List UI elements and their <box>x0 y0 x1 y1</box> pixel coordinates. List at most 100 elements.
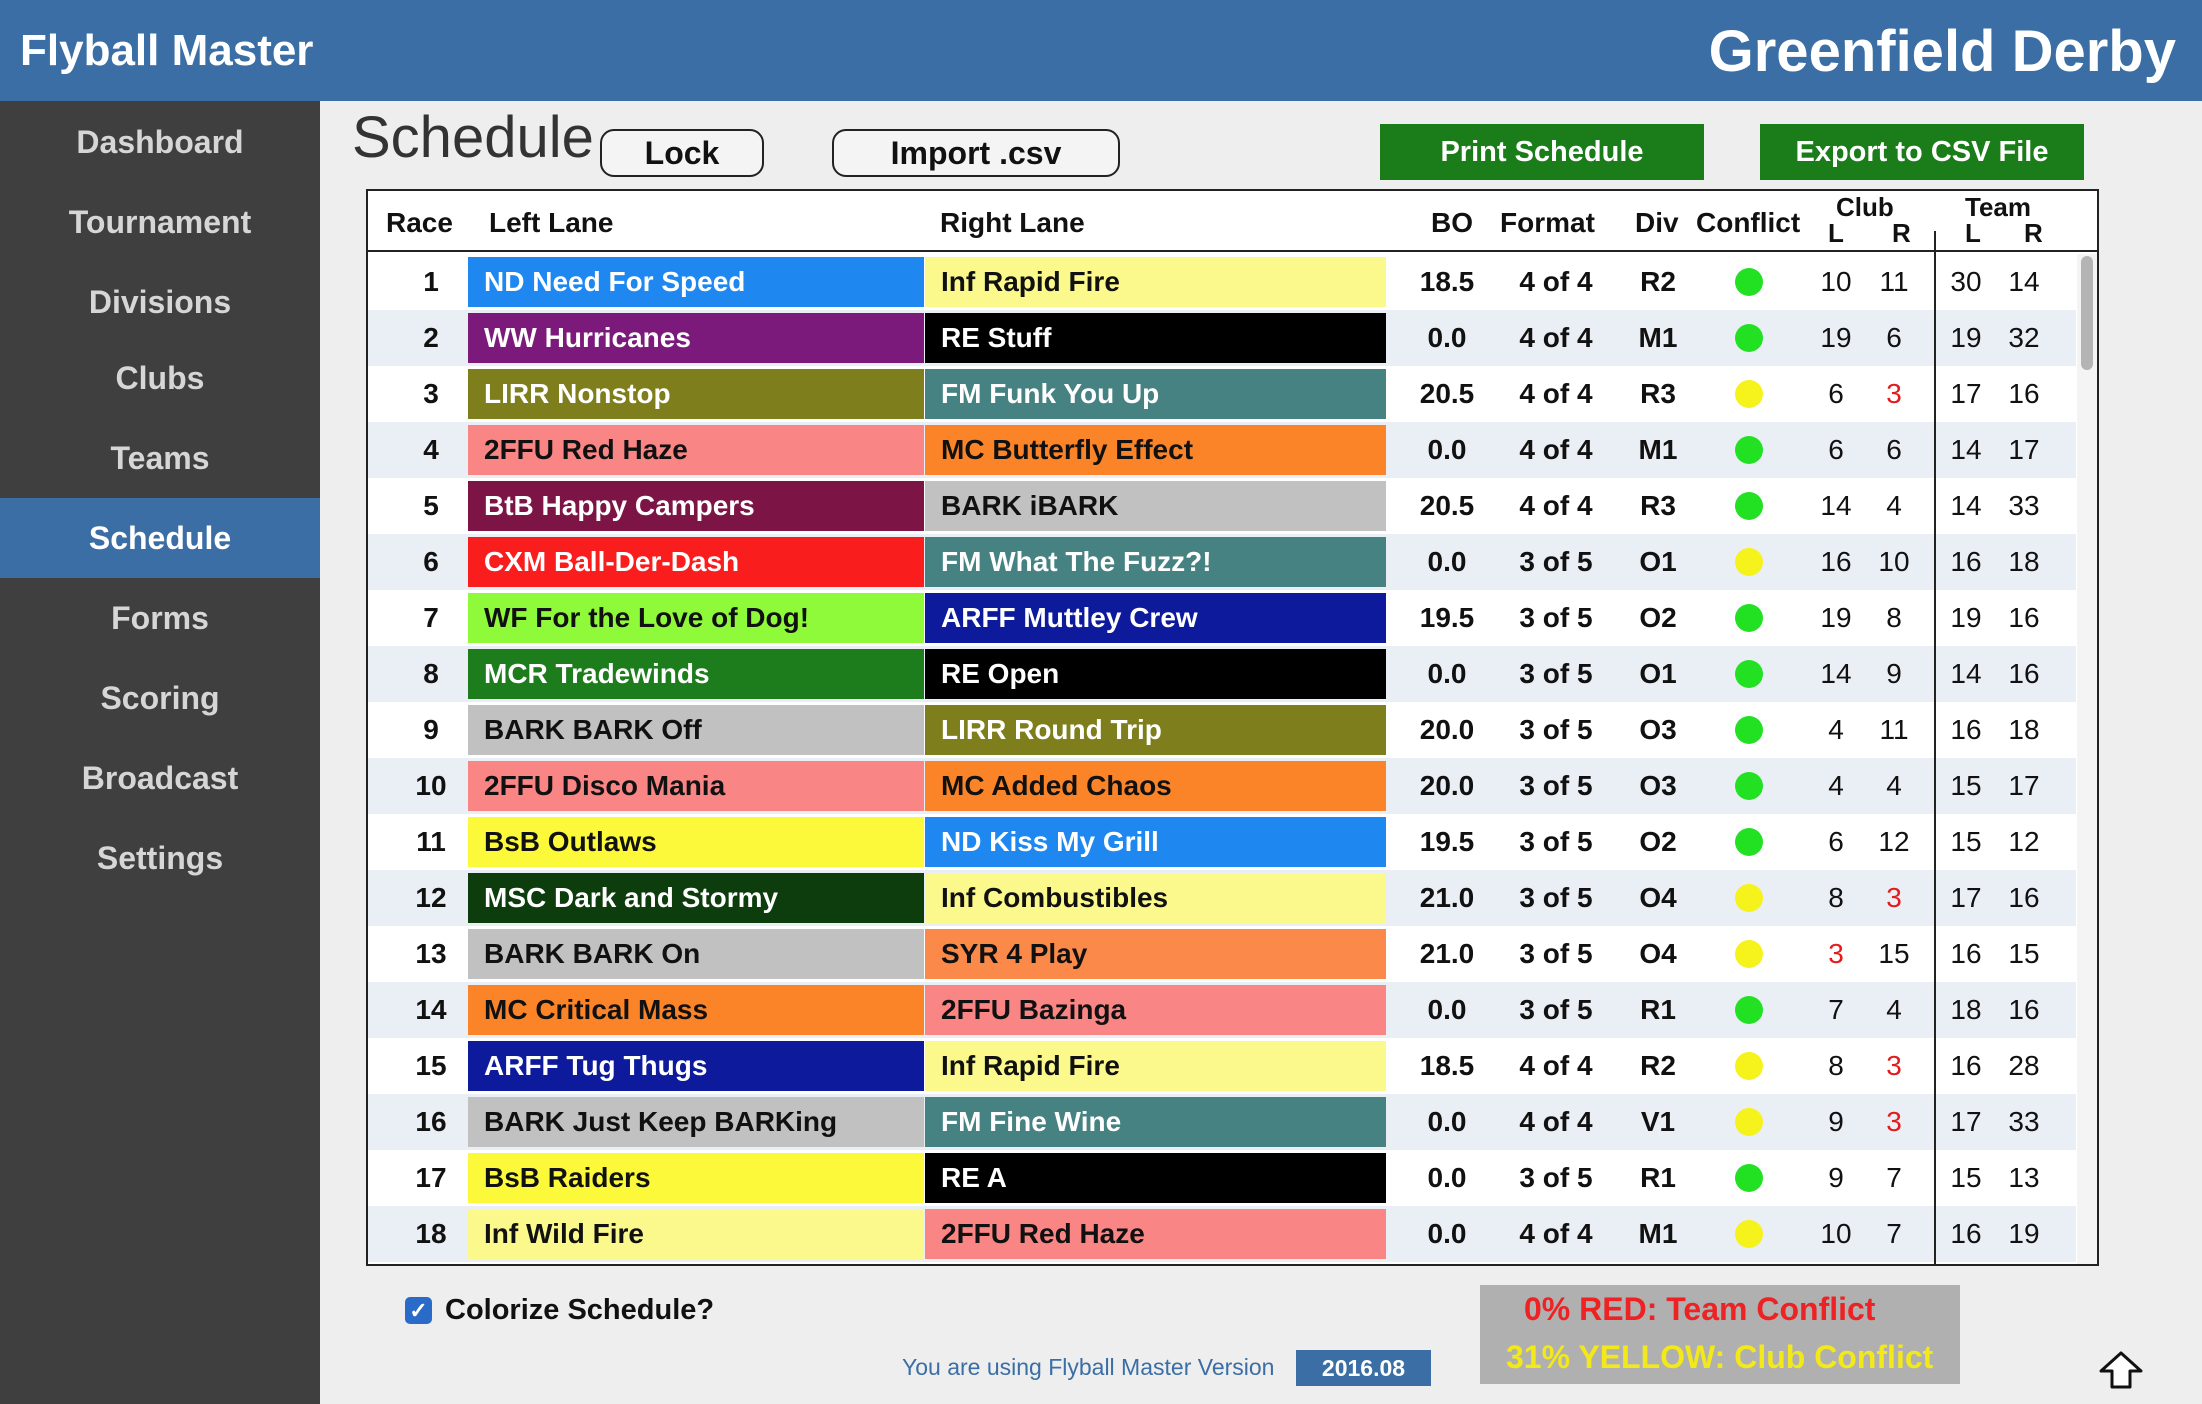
header-team-r: R <box>2024 218 2043 248</box>
bo-cell: 20.5 <box>1419 490 1475 521</box>
table-row[interactable]: 11 BsB Outlaws ND Kiss My Grill 19.5 3 of 5 O… <box>368 814 2076 870</box>
club-r-cell: 3 <box>1886 1106 1902 1137</box>
bo-cell: 0.0 <box>1427 994 1467 1025</box>
sidebar-item-scoring[interactable]: Scoring <box>0 658 320 738</box>
table-row[interactable]: 8 MCR Tradewinds RE Open 0.0 3 of 5 O1 14 9 14 16 <box>368 646 2076 702</box>
right-lane-team: SYR 4 Play <box>925 929 1386 979</box>
team-r-cell: 18 <box>2008 714 2040 745</box>
club-l-cell: 7 <box>1828 994 1844 1025</box>
table-row[interactable]: 16 BARK Just Keep BARKing FM Fine Wine 0.0 4… <box>368 1094 2076 1150</box>
version-badge: 2016.08 <box>1296 1350 1431 1386</box>
table-row[interactable]: 14 MC Critical Mass 2FFU Bazinga 0.0 3 of 5 R… <box>368 982 2076 1038</box>
header-format: Format <box>1500 207 1595 238</box>
table-row[interactable]: 9 BARK BARK Off LIRR Round Trip 20.0 3 of 5 O… <box>368 702 2076 758</box>
club-conflict-stat: 31% YELLOW: Club Conflict <box>1506 1339 1934 1375</box>
right-lane-team: BARK iBARK <box>925 481 1386 531</box>
left-lane-team: ARFF Tug Thugs <box>468 1041 924 1091</box>
left-lane-team: ND Need For Speed <box>468 257 924 307</box>
table-row[interactable]: 5 BtB Happy Campers BARK iBARK 20.5 4 of 4 R3… <box>368 478 2076 534</box>
schedule-table: Race Left Lane Right Lane BO Format Div … <box>366 189 2099 1266</box>
table-row[interactable]: 18 Inf Wild Fire 2FFU Red Haze 0.0 4 of 4 M1 1… <box>368 1206 2076 1262</box>
club-l-cell: 19 <box>1820 602 1852 633</box>
club-l-cell: 14 <box>1820 658 1852 689</box>
bo-cell: 21.0 <box>1419 882 1475 913</box>
club-l-cell: 8 <box>1828 882 1844 913</box>
club-l-cell: 10 <box>1820 1218 1852 1249</box>
race-number-cell: 13 <box>415 938 447 969</box>
app-header: Flyball Master Greenfield Derby <box>0 0 2202 101</box>
sidebar-item-schedule[interactable]: Schedule <box>0 498 320 578</box>
conflict-indicator <box>1735 436 1763 464</box>
team-r-cell: 18 <box>2008 546 2040 577</box>
right-lane-team: FM Funk You Up <box>925 369 1386 419</box>
left-lane-team: WF For the Love of Dog! <box>468 593 924 643</box>
team-l-cell: 17 <box>1950 1106 1982 1137</box>
right-lane-team: FM Fine Wine <box>925 1097 1386 1147</box>
conflict-stats: 0% RED: Team Conflict 31% YELLOW: Club C… <box>1480 1285 1960 1384</box>
division-cell: O4 <box>1639 938 1677 969</box>
team-l-cell: 19 <box>1950 322 1982 353</box>
team-l-cell: 18 <box>1950 994 1982 1025</box>
division-cell: O2 <box>1639 602 1677 633</box>
right-lane-team: RE Stuff <box>925 313 1386 363</box>
race-number-cell: 2 <box>423 322 439 353</box>
page-title: Schedule <box>352 105 594 170</box>
table-row[interactable]: 15 ARFF Tug Thugs Inf Rapid Fire 18.5 4 of 4… <box>368 1038 2076 1094</box>
colorize-label: Colorize Schedule? <box>445 1294 715 1326</box>
lock-button[interactable]: Lock <box>600 129 764 177</box>
table-row[interactable]: 7 WF For the Love of Dog! ARFF Muttley Cre… <box>368 590 2076 646</box>
up-arrow-icon[interactable] <box>2097 1350 2145 1390</box>
left-lane-team: BARK BARK On <box>468 929 924 979</box>
checkmark-icon[interactable]: ✓ <box>405 1297 432 1324</box>
team-l-cell: 30 <box>1950 266 1982 297</box>
left-lane-team: BtB Happy Campers <box>468 481 924 531</box>
club-r-cell: 3 <box>1886 882 1902 913</box>
table-row[interactable]: 13 BARK BARK On SYR 4 Play 21.0 3 of 5 O4 3 15 1… <box>368 926 2076 982</box>
bo-cell: 20.0 <box>1419 770 1475 801</box>
race-number-cell: 7 <box>423 602 439 633</box>
team-r-cell: 15 <box>2008 938 2040 969</box>
team-r-cell: 19 <box>2008 1218 2040 1249</box>
export-csv-button[interactable]: Export to CSV File <box>1760 124 2084 180</box>
race-number-cell: 9 <box>423 714 439 745</box>
import-csv-button[interactable]: Import .csv <box>832 129 1120 177</box>
sidebar-item-divisions[interactable]: Divisions <box>0 262 320 342</box>
table-row[interactable]: 4 2FFU Red Haze MC Butterfly Effect 0.0 4 of… <box>368 422 2076 478</box>
team-l-cell: 14 <box>1950 658 1982 689</box>
table-row[interactable]: 6 CXM Ball-Der-Dash FM What The Fuzz?! 0.0 3… <box>368 534 2076 590</box>
team-l-cell: 16 <box>1950 1218 1982 1249</box>
left-lane-team: 2FFU Disco Mania <box>468 761 924 811</box>
print-schedule-button[interactable]: Print Schedule <box>1380 124 1704 180</box>
table-row[interactable]: 12 MSC Dark and Stormy Inf Combustibles 21.… <box>368 870 2076 926</box>
conflict-indicator <box>1735 660 1763 688</box>
sidebar-item-teams[interactable]: Teams <box>0 418 320 498</box>
sidebar-item-forms[interactable]: Forms <box>0 578 320 658</box>
sidebar-item-dashboard[interactable]: Dashboard <box>0 102 320 182</box>
sidebar-item-clubs[interactable]: Clubs <box>0 338 320 418</box>
club-r-cell: 3 <box>1886 1050 1902 1081</box>
team-r-cell: 33 <box>2008 490 2040 521</box>
club-l-cell: 6 <box>1828 378 1844 409</box>
vertical-scrollbar[interactable] <box>2077 254 2097 1264</box>
table-row[interactable]: 1 ND Need For Speed Inf Rapid Fire 18.5 4 of… <box>368 254 2076 310</box>
sidebar-item-broadcast[interactable]: Broadcast <box>0 738 320 818</box>
left-lane-team: BARK BARK Off <box>468 705 924 755</box>
team-r-cell: 16 <box>2008 994 2040 1025</box>
club-l-cell: 8 <box>1828 1050 1844 1081</box>
table-row[interactable]: 10 2FFU Disco Mania MC Added Chaos 20.0 3 of… <box>368 758 2076 814</box>
right-lane-team: 2FFU Red Haze <box>925 1209 1386 1259</box>
table-row[interactable]: 3 LIRR Nonstop FM Funk You Up 20.5 4 of 4 R3 6… <box>368 366 2076 422</box>
sidebar-item-tournament[interactable]: Tournament <box>0 182 320 262</box>
bo-cell: 0.0 <box>1427 1106 1467 1137</box>
team-l-cell: 16 <box>1950 938 1982 969</box>
sidebar-item-settings[interactable]: Settings <box>0 818 320 898</box>
left-lane-team: BsB Outlaws <box>468 817 924 867</box>
table-row[interactable]: 17 BsB Raiders RE A 0.0 3 of 5 R1 9 7 15 13 <box>368 1150 2076 1206</box>
team-l-cell: 16 <box>1950 714 1982 745</box>
club-l-cell: 14 <box>1820 490 1852 521</box>
format-cell: 4 of 4 <box>1519 378 1593 409</box>
club-l-cell: 3 <box>1828 938 1844 969</box>
scrollbar-thumb[interactable] <box>2081 256 2093 370</box>
table-row[interactable]: 2 WW Hurricanes RE Stuff 0.0 4 of 4 M1 19 6 19 32 <box>368 310 2076 366</box>
right-lane-team: ND Kiss My Grill <box>925 817 1386 867</box>
